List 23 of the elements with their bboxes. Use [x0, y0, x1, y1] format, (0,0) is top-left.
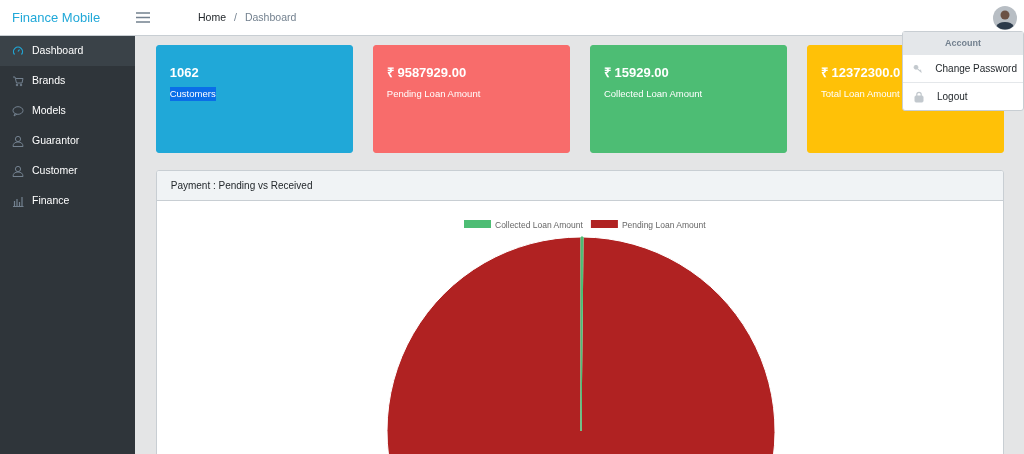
- breadcrumb-item[interactable]: Home: [198, 9, 226, 26]
- breadcrumb-item[interactable]: Dashboard: [244, 9, 297, 26]
- menu-item[interactable]: Logout: [903, 82, 1023, 110]
- sidebar-item[interactable]: Customer: [0, 156, 135, 186]
- legend-label: Collected Loan Amount: [494, 220, 583, 230]
- sidebar-item[interactable]: Guarantor: [0, 126, 135, 156]
- stat-label: Collected Loan Amount: [603, 86, 703, 101]
- sidebar-item[interactable]: Finance: [0, 186, 135, 216]
- menu-header: Account: [903, 32, 1023, 54]
- stat-label: Customers: [169, 86, 216, 101]
- stat-value: ₹ 15929.00: [603, 64, 669, 82]
- sidebar-item[interactable]: Dashboard: [0, 36, 135, 66]
- stat-label: Pending Loan Amount: [386, 86, 481, 101]
- stat-label: Total Loan Amount: [821, 86, 900, 101]
- stat-value: 1062: [169, 64, 199, 82]
- sidebar-item[interactable]: Models: [0, 96, 135, 126]
- sidebar-item[interactable]: Brands: [0, 66, 135, 96]
- menu-item[interactable]: Change Password: [903, 54, 1023, 82]
- stat-value: ₹ 12372300.0: [821, 64, 901, 82]
- stat-value: ₹ 9587929.00: [386, 64, 467, 82]
- legend-label: Pending Loan Amount: [621, 220, 706, 230]
- breadcrumb-separator: /: [234, 9, 237, 25]
- chart-title: Payment : Pending vs Received: [156, 171, 1003, 201]
